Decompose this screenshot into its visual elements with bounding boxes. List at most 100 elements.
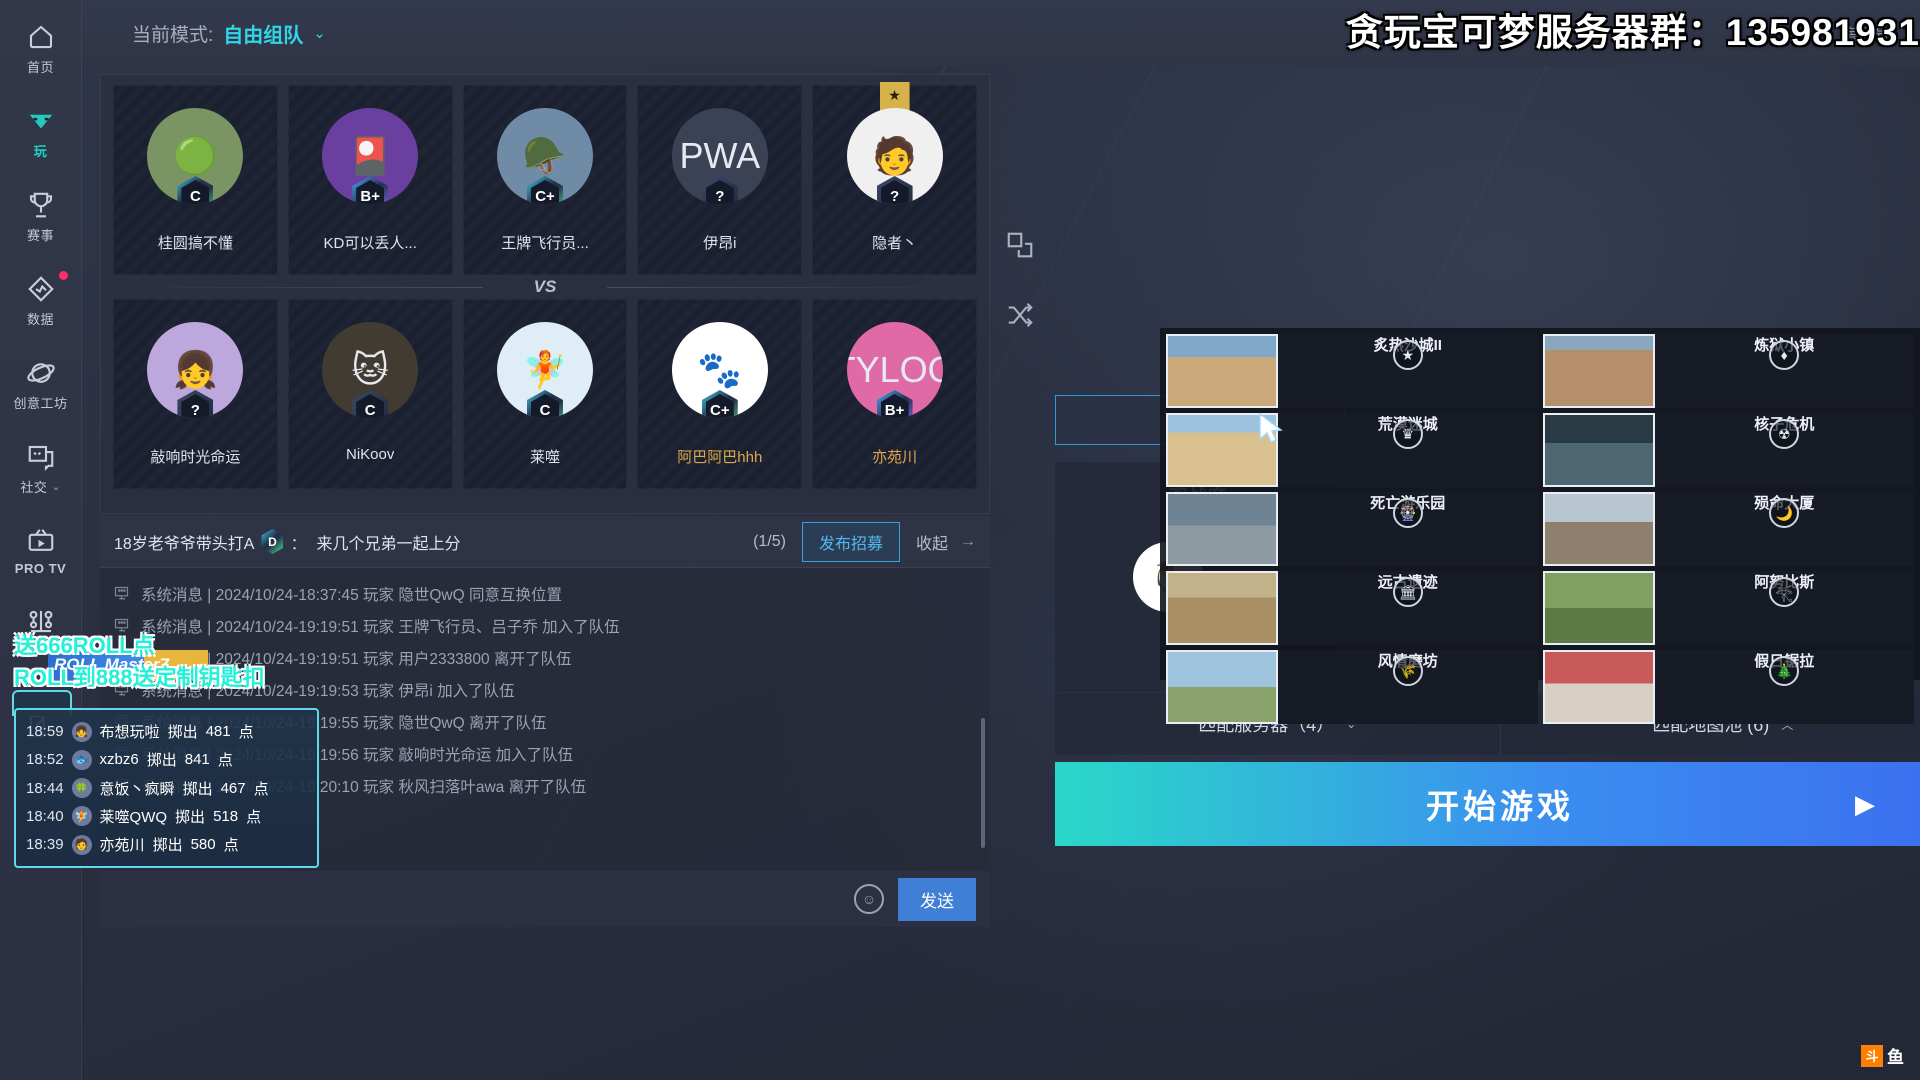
map-pool-item[interactable]: ★炙热沙城II [1166,334,1538,408]
player-card[interactable]: 🐾 C+ 阿巴阿巴hhh [637,299,803,489]
sidebar-item-data[interactable]: 数据 [5,271,77,328]
rank-badge: D [261,529,284,554]
map-emblem-icon: 🎡 [1392,498,1423,528]
map-emblem-icon: 🏛 [1392,577,1423,607]
sidebar-item-protv[interactable]: PRO TV [5,526,77,576]
sidebar-item-play[interactable]: 玩 [5,106,77,160]
avatar-image: TYLOO [847,349,943,390]
map-thumbnail [1542,571,1655,645]
swap-team-icon[interactable] [1005,230,1035,260]
roll-user-name: 亦苑川 [99,837,145,854]
avatar: 🪖 C+ [496,108,593,204]
send-button[interactable]: 发送 [898,877,976,921]
map-pool-item[interactable]: 🏛远古遗迹 [1166,571,1538,645]
rank-badge-label: C+ [530,180,559,204]
map-pool-item[interactable]: 𓂀阿努比斯 [1542,571,1914,645]
sidebar-item-workshop[interactable]: 创意工坊 [5,358,77,412]
collapse-button[interactable]: 收起 [916,530,948,554]
roll-time: 18:39 [26,836,64,853]
mouse-cursor [1259,413,1283,443]
map-emblem-icon: ☢ [1769,419,1800,449]
player-card[interactable]: 🪖 C+ 王牌飞行员... [462,85,628,275]
player-card[interactable]: 🧚 C 莱噬 [462,299,628,489]
roll-user-name: 意饭丶疯瞬 [99,780,175,798]
player-card[interactable]: TYLOO B+ 亦苑川 [812,299,977,489]
roll-points: 518 [213,807,239,825]
arrow-right-icon[interactable]: → [960,533,976,551]
chat-message-text: 系统消息 | 2024/10/24-19:19:51 玩家 王牌飞行员、吕子乔 … [141,619,620,636]
rank-badge: C [352,390,389,418]
map-emblem-icon: ♦ [1769,340,1800,370]
avatar: 🧑? [846,108,943,204]
map-pool-item[interactable]: 🎡死亡游乐园 [1166,492,1538,566]
promo-line-2: ROLL到888送定制钥匙扣 [14,665,265,690]
avatar: 👧? [147,322,244,418]
chat-message-text: 系统消息 | 2024/10/24-18:37:45 玩家 隐世QwQ 同意互换… [141,587,562,604]
douyu-logo: 斗 鱼 [1861,1043,1904,1068]
mode-value[interactable]: 自由组队 [223,19,303,48]
player-name: NiKoov [346,446,395,463]
start-game-button[interactable]: 开始游戏 ▶ [1055,762,1920,846]
map-pool-item[interactable]: ☢核子危机 [1542,413,1914,487]
rank-badge: B+ [876,390,913,418]
rank-badge-label: ? [181,394,210,418]
roll-entry: 18:52 🐟 xzbz6 掷出 841 点 [26,746,307,773]
douyu-mark: 斗 [1861,1044,1883,1067]
roll-time: 18:59 [26,723,64,740]
map-pool-item[interactable]: ♦炼狱小镇 [1542,334,1914,408]
sidebar-item-social[interactable]: 社交 ⌄ [5,442,77,496]
rank-badge-label: C [356,394,385,418]
avatar: 🐱 C [322,322,419,418]
map-pool-item[interactable]: 🌙殒命大厦 [1542,492,1914,566]
trophy-icon [26,190,56,220]
player-card[interactable]: 👧? 敲响时光命运 [113,299,278,489]
team-side-actions [1005,230,1035,330]
player-card[interactable]: 🎴 B+ KD可以丢人... [287,85,453,275]
chat-message: 系统消息 | 2024/10/24-18:37:45 玩家 隐世QwQ 同意互换… [114,578,984,610]
player-name: 伊昂i [703,235,737,252]
rank-badge: C [177,176,214,204]
rank-badge-label: ? [880,180,909,204]
map-pool-item[interactable]: ♛荒漠迷城 [1166,413,1538,487]
publish-recruit-button[interactable]: 发布招募 [801,521,900,562]
roll-unit: 点 [253,780,269,798]
roll-user-name: xzbz6 [99,751,139,769]
roll-avatar: 👧 [71,721,92,742]
map-pool-item[interactable]: 🌾风情磨坊 [1166,650,1538,724]
roll-user-name: 布想玩啦 [99,724,160,741]
player-card[interactable]: ★ 🧑? 隐者丶 [812,82,977,275]
map-thumbnail [1542,413,1655,487]
roll-entry: 18:44 🍀 意饭丶疯瞬 掷出 467 点 [26,775,307,802]
player-name: 亦苑川 [872,449,918,466]
play-icon [26,106,56,136]
player-card[interactable]: 🐱 C NiKoov [287,299,453,489]
sidebar-label: 社交 [20,480,48,495]
roll-unit: 点 [238,724,254,741]
vs-divider: VS [113,275,977,299]
avatar: 🟢 C [147,108,244,204]
rank-badge-label: B+ [880,394,909,418]
avatar: TYLOO B+ [846,322,943,418]
shuffle-icon[interactable] [1005,300,1035,330]
player-name: 阿巴阿巴hhh [677,449,763,466]
chevron-down-icon[interactable]: ⌄ [313,24,326,42]
player-card[interactable]: 🟢 C 桂圆搞不懂 [113,85,278,275]
chat-scrollbar[interactable] [981,718,985,848]
chat-input-row: ☺ 发送 [100,871,990,927]
roll-verb: 掷出 [152,837,183,854]
sidebar-item-events[interactable]: 赛事 [5,190,77,244]
mode-label: 当前模式: [132,24,214,46]
rank-badge-label: C+ [705,394,734,418]
map-thumbnail [1542,492,1655,566]
rank-badge-label: B+ [356,180,385,204]
roll-entry: 18:40 🧚 莱噬QWQ 掷出 518 点 [26,803,307,830]
map-pool-item[interactable]: 🎄假日锯拉 [1542,650,1914,724]
avatar-image: PWA [679,135,761,176]
player-card[interactable]: PWA? 伊昂i [637,85,803,275]
map-thumbnail [1166,571,1278,645]
map-pool-popover: ★炙热沙城II♦炼狱小镇♛荒漠迷城☢核子危机🎡死亡游乐园🌙殒命大厦🏛远古遗迹𓂀阿… [1160,328,1920,724]
player-name: 隐者丶 [872,235,918,252]
rank-badge: C+ [701,390,738,418]
emoji-icon[interactable]: ☺ [854,884,884,914]
sidebar-item-home[interactable]: 首页 [5,22,77,76]
